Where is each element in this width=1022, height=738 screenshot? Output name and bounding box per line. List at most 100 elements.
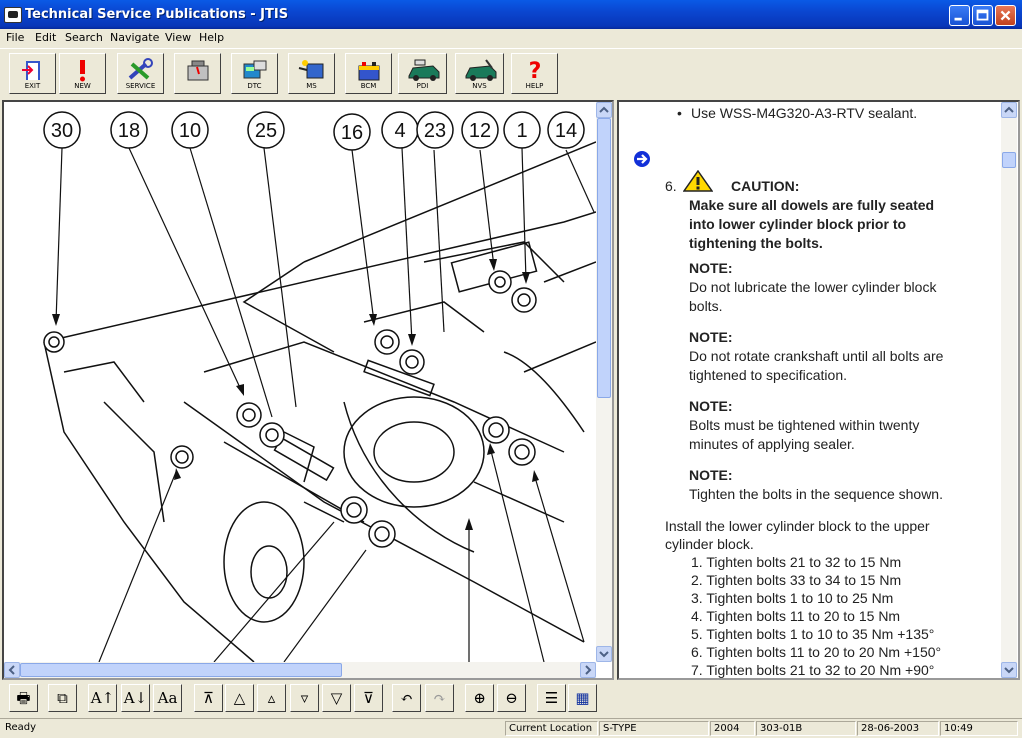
font-decrease-button[interactable]: A↓	[121, 684, 150, 712]
maximize-button[interactable]	[972, 5, 993, 26]
print-button[interactable]: 🖶	[9, 684, 38, 712]
print-icon: 🖶	[16, 689, 31, 707]
last-page-button[interactable]: ⊽	[354, 684, 383, 712]
install-line-1: Install the lower cylinder block to the …	[665, 518, 930, 534]
window-title: Technical Service Publications - JTIS	[25, 7, 289, 22]
scroll-right-arrow-icon[interactable]	[580, 662, 596, 678]
help-button[interactable]: ? HELP	[511, 53, 558, 94]
ms-label: MS	[306, 82, 317, 90]
install-line-2: cylinder block.	[665, 536, 754, 552]
note-1-line-1: Do not lubricate the lower cylinder bloc…	[689, 279, 937, 295]
nvs-button[interactable]: NVS	[455, 53, 504, 94]
dtc-scanner-icon	[243, 60, 267, 79]
forward-button[interactable]: ↷	[425, 684, 454, 712]
document-vscroll-thumb[interactable]	[1002, 152, 1016, 168]
engine-block-diagram: 30 18 10 25 16 4 23 12 1 14	[43, 111, 596, 662]
back-button[interactable]: ↶	[392, 684, 421, 712]
previous-page-icon: ▵	[267, 689, 276, 707]
note-3-line-1: Bolts must be tightened within twenty	[689, 417, 920, 433]
service-label: SERVICE	[125, 82, 156, 90]
font-increase-icon: A↑	[90, 689, 115, 707]
diagram-hscrollbar[interactable]	[4, 662, 596, 678]
diagram-vscrollbar[interactable]	[596, 102, 612, 662]
nav-arrow-icon[interactable]	[633, 150, 651, 168]
callout-23: 23	[424, 120, 446, 142]
scroll-down-arrow-icon[interactable]	[596, 646, 612, 662]
menu-edit[interactable]: Edit	[35, 31, 56, 44]
caution-warning-icon	[683, 170, 713, 192]
menu-navigate[interactable]: Navigate	[110, 31, 159, 44]
exit-door-icon	[22, 61, 40, 80]
wrench-icon	[128, 58, 153, 80]
car-pdi-icon	[408, 59, 440, 81]
caution-line-3: tightening the bolts.	[689, 235, 823, 251]
previous-section-button[interactable]: △	[225, 684, 254, 712]
callout-4: 4	[394, 120, 405, 142]
doc-scroll-up-arrow-icon[interactable]	[1001, 102, 1017, 118]
next-section-button[interactable]: ▽	[322, 684, 351, 712]
menu-help[interactable]: Help	[199, 31, 224, 44]
minimize-button[interactable]	[949, 5, 970, 26]
torque-step-4: 4. Tighten bolts 11 to 20 to 15 Nm	[691, 608, 901, 624]
first-page-icon: ⊼	[203, 689, 214, 707]
back-icon: ↶	[400, 689, 413, 707]
font-increase-button[interactable]: A↑	[88, 684, 117, 712]
note-2-title: NOTE:	[689, 329, 733, 345]
exit-button[interactable]: EXIT	[9, 53, 56, 94]
exclamation-icon	[80, 60, 85, 82]
help-label: HELP	[525, 82, 544, 90]
new-button[interactable]: NEW	[59, 53, 106, 94]
torque-step-5: 5. Tighten bolts 1 to 10 to 35 Nm +135°	[691, 626, 935, 642]
document-content: • Use WSS-M4G320-A3-RTV sealant. 6. CAUT…	[619, 102, 999, 678]
scroll-up-arrow-icon[interactable]	[596, 102, 612, 118]
main-toolbar: EXIT NEW SERVICE DTC MS BCM PDI NVS ? HE…	[0, 48, 1022, 100]
bcm-label: BCM	[360, 82, 377, 90]
copy-button[interactable]: ⧉	[48, 684, 77, 712]
torque-step-7: 7. Tighten bolts 21 to 32 to 20 Nm +90°	[691, 662, 935, 678]
first-page-button[interactable]: ⊼	[194, 684, 223, 712]
previous-page-button[interactable]: ▵	[257, 684, 286, 712]
next-page-button[interactable]: ▿	[290, 684, 319, 712]
dtc-label: DTC	[247, 82, 262, 90]
list-view-button[interactable]: ☰	[537, 684, 566, 712]
forward-icon: ↷	[433, 689, 446, 707]
torque-step-3: 3. Tighten bolts 1 to 10 to 25 Nm	[691, 590, 894, 606]
diagram-hscroll-thumb[interactable]	[20, 663, 342, 677]
ms-button[interactable]: MS	[288, 53, 335, 94]
grid-view-button[interactable]: ▦	[568, 684, 597, 712]
callout-14: 14	[555, 120, 577, 142]
service-button[interactable]: SERVICE	[117, 53, 164, 94]
document-pane: • Use WSS-M4G320-A3-RTV sealant. 6. CAUT…	[617, 100, 1020, 680]
last-page-icon: ⊽	[363, 689, 374, 707]
help-question-icon: ?	[529, 59, 542, 84]
title-bar: Technical Service Publications - JTIS	[0, 0, 1022, 29]
font-style-button[interactable]: Aa	[153, 684, 182, 712]
zoom-in-button[interactable]: ⊕	[465, 684, 494, 712]
note-2-line-2: tightened to specification.	[689, 367, 847, 383]
torque-step-1: 1. Tighten bolts 21 to 32 to 15 Nm	[691, 554, 902, 570]
caution-line-2: into lower cylinder block prior to	[689, 216, 907, 232]
engine-button[interactable]	[174, 53, 221, 94]
menu-bar: File Edit Search Navigate View Help	[0, 29, 1022, 47]
dtc-button[interactable]: DTC	[231, 53, 278, 94]
document-vscrollbar[interactable]	[1001, 102, 1017, 678]
bcm-button[interactable]: BCM	[345, 53, 392, 94]
note-4-line-1: Tighten the bolts in the sequence shown.	[689, 486, 943, 502]
pdi-button[interactable]: PDI	[398, 53, 447, 94]
doc-scroll-down-arrow-icon[interactable]	[1001, 662, 1017, 678]
status-section: 303-01B	[756, 721, 856, 736]
exit-label: EXIT	[24, 82, 41, 90]
car-nvs-icon	[465, 59, 497, 81]
menu-view[interactable]: View	[165, 31, 191, 44]
status-ready: Ready	[5, 722, 37, 733]
menu-file[interactable]: File	[6, 31, 24, 44]
zoom-out-button[interactable]: ⊖	[497, 684, 526, 712]
scroll-left-arrow-icon[interactable]	[4, 662, 20, 678]
menu-search[interactable]: Search	[65, 31, 103, 44]
note-4-title: NOTE:	[689, 467, 733, 483]
close-button[interactable]	[995, 5, 1016, 26]
diagram-vscroll-thumb[interactable]	[597, 118, 611, 398]
next-page-icon: ▿	[300, 689, 309, 707]
note-1-line-2: bolts.	[689, 298, 723, 314]
next-section-icon: ▽	[330, 689, 343, 707]
